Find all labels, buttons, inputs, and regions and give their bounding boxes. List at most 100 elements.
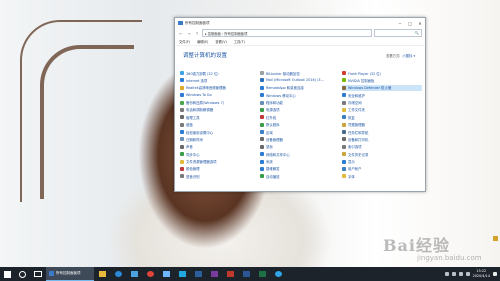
- control-panel-item[interactable]: 索引选项: [342, 144, 422, 150]
- control-panel-item[interactable]: 管理工具: [180, 114, 260, 120]
- search-input[interactable]: 🔍: [374, 29, 422, 37]
- control-panel-item[interactable]: 语音识别: [180, 173, 260, 179]
- notification-icon[interactable]: [493, 272, 497, 276]
- control-panel-item[interactable]: 设备管理器: [260, 136, 342, 142]
- taskbar-app-illustrator[interactable]: [222, 267, 238, 281]
- close-button[interactable]: ✕: [415, 18, 425, 28]
- taskbar-app-word[interactable]: [238, 267, 254, 281]
- control-panel-item[interactable]: 日期和时间: [180, 136, 260, 142]
- taskbar-app-chrome[interactable]: [142, 267, 158, 281]
- control-panel-item[interactable]: 鼠标: [260, 144, 342, 150]
- control-panel-item[interactable]: 安全和维护: [342, 92, 422, 98]
- minimize-button[interactable]: ─: [395, 18, 405, 28]
- network-icon[interactable]: [451, 272, 456, 276]
- task-view-button[interactable]: [30, 267, 46, 281]
- control-panel-item[interactable]: Flash Player (32 位): [342, 70, 422, 76]
- control-panel-item[interactable]: 程序和功能: [260, 100, 342, 106]
- control-panel-item[interactable]: 凭据管理器: [342, 122, 422, 128]
- item-label: Internet 选项: [186, 78, 208, 83]
- control-panel-item[interactable]: 工作文件夹: [342, 107, 422, 113]
- control-panel-item[interactable]: Windows Defender 防火墙: [342, 84, 422, 91]
- taskbar-app-store[interactable]: [126, 267, 142, 281]
- control-panel-item[interactable]: Mail (Microsoft Outlook 2016) (3...: [260, 77, 342, 83]
- taskbar-app-edge[interactable]: [110, 267, 126, 281]
- item-label: 凭据管理器: [348, 123, 365, 128]
- taskbar-active-window[interactable]: 所有控制面板项: [46, 267, 94, 281]
- taskbar-app-mail[interactable]: [158, 267, 174, 281]
- control-panel-item[interactable]: 文件历史记录: [342, 151, 422, 157]
- taskbar-app-photoshop[interactable]: [190, 267, 206, 281]
- item-icon: [342, 71, 346, 76]
- item-icon: [342, 115, 346, 120]
- title-bar[interactable]: 所有控制面板项 ─ □ ✕: [175, 18, 425, 28]
- control-panel-item[interactable]: NVIDIA 控制面板: [342, 77, 422, 83]
- control-panel-item[interactable]: 轻松使用设置中心: [180, 129, 260, 135]
- taskbar-app-explorer[interactable]: [94, 267, 110, 281]
- up-button[interactable]: ↑: [194, 31, 200, 36]
- control-panel-item[interactable]: 网络和共享中心: [260, 151, 342, 157]
- address-bar[interactable]: ▸ 控制面板 › 所有控制面板项: [202, 29, 372, 37]
- control-panel-item[interactable]: 备份和还原(Windows 7): [180, 100, 260, 106]
- item-icon: [260, 130, 264, 135]
- search-taskbar-button[interactable]: [14, 267, 30, 281]
- forward-button[interactable]: →: [186, 31, 192, 36]
- control-panel-item[interactable]: 360强力卸载 (32 位): [180, 70, 260, 76]
- control-panel-item[interactable]: 声音: [180, 144, 260, 150]
- menu-view[interactable]: 查看(V): [215, 39, 226, 44]
- tray-icon[interactable]: [444, 272, 449, 276]
- item-label: 字体: [348, 174, 355, 179]
- item-icon: [180, 130, 184, 135]
- item-icon: [260, 122, 264, 127]
- control-panel-item[interactable]: 区域: [260, 129, 342, 135]
- item-icon: [260, 159, 264, 164]
- control-panel-item[interactable]: 文件资源管理器选项: [180, 159, 260, 165]
- maximize-button[interactable]: □: [405, 18, 415, 28]
- control-panel-item[interactable]: 颜色管理: [180, 166, 260, 172]
- item-label: 红外线: [266, 115, 277, 120]
- control-panel-item[interactable]: 电源选项: [260, 107, 342, 113]
- store-icon: [130, 271, 138, 277]
- item-icon: [260, 152, 264, 157]
- control-panel-item[interactable]: Internet 选项: [180, 77, 260, 83]
- control-panel-item[interactable]: Realtek高清晰音频管理器: [180, 85, 260, 91]
- control-panel-item[interactable]: 自动播放: [260, 173, 342, 179]
- control-panel-item[interactable]: BitLocker 驱动器加密: [260, 70, 342, 76]
- control-panel-item[interactable]: 疑难解答: [260, 166, 342, 172]
- back-button[interactable]: ←: [178, 31, 184, 36]
- control-panel-item[interactable]: 系统: [260, 159, 342, 165]
- menu-edit[interactable]: 编辑(E): [197, 39, 208, 44]
- control-panel-item[interactable]: 键盘: [180, 122, 260, 128]
- taskbar-app-media[interactable]: [174, 267, 190, 281]
- menu-tools[interactable]: 工具(T): [234, 39, 245, 44]
- view-by-dropdown[interactable]: 小图标 ▾: [402, 53, 415, 58]
- ime-icon[interactable]: [465, 272, 470, 276]
- control-panel-item[interactable]: RemoteApp 和桌面连接: [260, 85, 342, 91]
- item-label: NVIDIA 控制面板: [348, 78, 375, 83]
- control-panel-item[interactable]: 字体: [342, 173, 422, 179]
- menu-file[interactable]: 文件(F): [179, 39, 190, 44]
- control-panel-item[interactable]: 用户帐户: [342, 166, 422, 172]
- control-panel-item[interactable]: 恢复: [342, 114, 422, 120]
- item-icon: [180, 85, 184, 90]
- control-panel-item[interactable]: 显示: [342, 159, 422, 165]
- control-panel-window[interactable]: 所有控制面板项 ─ □ ✕ ← → ↑ ▸ 控制面板 › 所有控制面板项 🔍 文…: [174, 17, 426, 192]
- clock[interactable]: 15:22 2020/4/14: [473, 269, 490, 278]
- control-panel-item[interactable]: 任务栏和导航: [342, 129, 422, 135]
- control-panel-item[interactable]: 电话和调制解调器: [180, 107, 260, 113]
- control-panel-item[interactable]: 红外线: [260, 114, 342, 120]
- volume-icon[interactable]: [458, 272, 463, 276]
- search-icon: [18, 270, 26, 278]
- start-button[interactable]: [0, 267, 14, 281]
- clock-date: 2020/4/14: [472, 274, 490, 278]
- taskbar-app-excel[interactable]: [254, 267, 270, 281]
- control-panel-item[interactable]: Windows 移动中心: [260, 92, 342, 98]
- taskbar-app-premiere[interactable]: [206, 267, 222, 281]
- item-icon: [260, 78, 264, 83]
- control-panel-item[interactable]: 同步中心: [180, 151, 260, 157]
- control-panel-item[interactable]: 存储空间: [342, 100, 422, 106]
- control-panel-item[interactable]: 设备和打印机: [342, 136, 422, 142]
- taskbar-app-qq[interactable]: [270, 267, 286, 281]
- item-icon: [180, 152, 184, 157]
- control-panel-item[interactable]: 默认程序: [260, 122, 342, 128]
- control-panel-item[interactable]: Windows To Go: [180, 92, 260, 98]
